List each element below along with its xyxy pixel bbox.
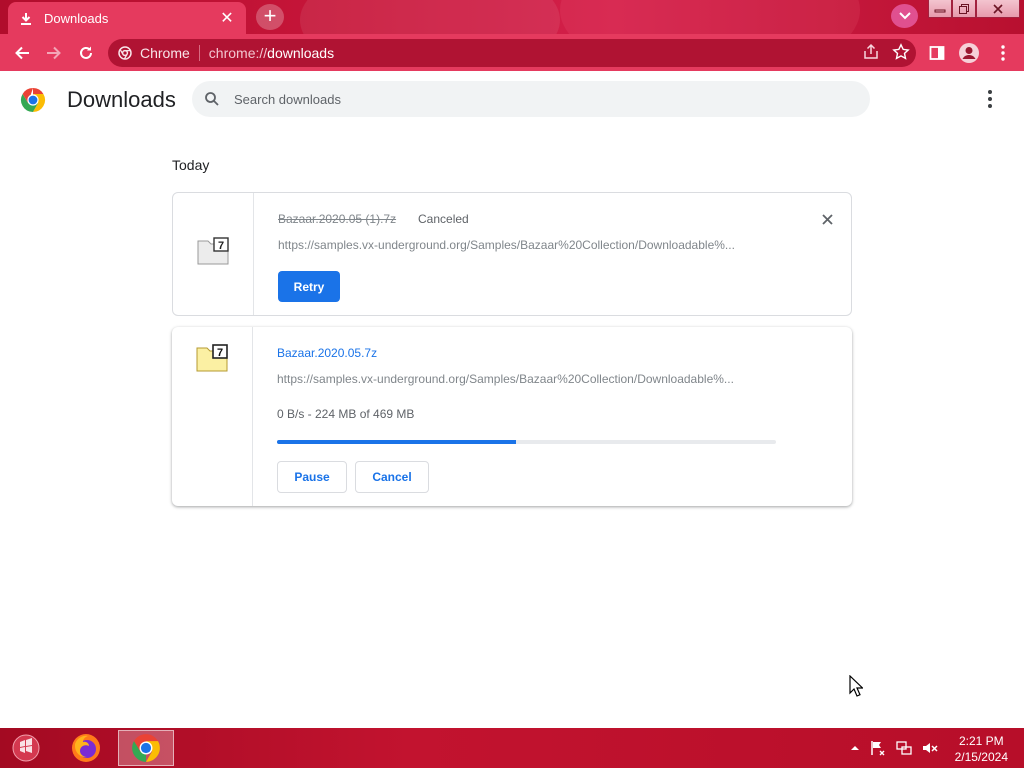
system-tray — [850, 740, 938, 759]
avatar-icon — [959, 43, 979, 63]
minimize-icon — [934, 9, 946, 12]
search-bar[interactable] — [192, 81, 870, 117]
restore-icon — [959, 3, 969, 14]
share-button[interactable] — [862, 43, 880, 64]
file-name: Bazaar.2020.05 (1).7z — [278, 212, 397, 226]
tab-downloads[interactable]: Downloads ✕ — [8, 2, 246, 34]
more-vert-dot — [988, 104, 992, 108]
new-tab-button[interactable]: + — [256, 4, 284, 30]
restore-button[interactable] — [952, 0, 976, 18]
chevron-down-icon — [898, 12, 911, 20]
retry-button[interactable]: Retry — [278, 271, 340, 302]
reload-button[interactable] — [73, 40, 99, 66]
download-url[interactable]: https://samples.vx-underground.org/Sampl… — [278, 238, 778, 252]
file-icon-column: 7 — [173, 193, 254, 315]
action-center-button[interactable] — [870, 740, 886, 759]
side-panel-icon — [929, 46, 945, 60]
start-orb-icon — [12, 734, 40, 762]
downloads-page: Downloads Today 7 Bazaar.2020.05 (1).7z … — [0, 71, 1024, 728]
url-scheme: chrome:// — [208, 45, 268, 61]
browser-toolbar: Chrome chrome://downloads — [0, 34, 1024, 71]
minimize-button[interactable] — [928, 0, 952, 18]
browser-menu-button[interactable] — [990, 40, 1016, 66]
file-name-link[interactable]: Bazaar.2020.05.7z — [277, 346, 377, 360]
taskbar-clock[interactable]: 2:21 PM 2/15/2024 — [955, 733, 1008, 765]
progress-bar-fill — [277, 440, 516, 444]
show-hidden-icons-button[interactable] — [850, 744, 860, 755]
taskbar: 2:21 PM 2/15/2024 — [0, 728, 1024, 768]
back-button[interactable] — [9, 40, 35, 66]
download-status: Canceled — [418, 212, 469, 226]
remove-from-list-button[interactable] — [817, 209, 837, 229]
omnibox-actions — [862, 43, 910, 64]
url-host: downloads — [267, 45, 335, 61]
chrome-icon — [132, 734, 160, 762]
archive-file-icon: 7 — [196, 344, 228, 372]
more-vert-dot — [988, 97, 992, 101]
profile-button[interactable] — [956, 40, 982, 66]
chevron-up-icon — [851, 746, 859, 750]
taskbar-chrome[interactable] — [118, 730, 174, 766]
firefox-icon — [72, 734, 100, 762]
date-heading: Today — [172, 157, 210, 173]
close-window-button[interactable] — [976, 0, 1020, 18]
share-icon — [864, 43, 878, 59]
svg-text:7: 7 — [217, 347, 223, 359]
bookmark-button[interactable] — [892, 43, 910, 64]
download-item-canceled: 7 Bazaar.2020.05 (1).7z Canceled https:/… — [172, 192, 852, 316]
chrome-icon — [118, 46, 132, 60]
progress-bar — [277, 440, 776, 444]
search-icon — [205, 92, 219, 106]
download-item-body: Bazaar.2020.05 (1).7z Canceled https://s… — [278, 193, 831, 315]
address-bar[interactable]: Chrome chrome://downloads — [108, 39, 916, 67]
chrome-logo-icon — [20, 88, 46, 112]
omnibox-separator — [198, 45, 200, 61]
svg-text:7: 7 — [218, 240, 224, 252]
pause-button[interactable]: Pause — [277, 461, 347, 493]
side-panel-button[interactable] — [924, 40, 950, 66]
taskbar-firefox[interactable] — [58, 730, 114, 766]
tab-search-button[interactable] — [891, 4, 918, 28]
page-header: Downloads — [0, 71, 1024, 127]
volume-muted-icon — [923, 743, 938, 753]
site-chip[interactable]: Chrome — [118, 45, 190, 61]
download-item-in-progress: 7 Bazaar.2020.05.7z https://samples.vx-u… — [172, 327, 852, 506]
file-icon-column: 7 — [172, 327, 253, 506]
volume-button[interactable] — [922, 740, 938, 759]
reload-icon — [80, 46, 92, 59]
flag-icon — [871, 741, 885, 756]
clock-date: 2/15/2024 — [954, 750, 1008, 764]
more-vert-icon — [1001, 45, 1005, 61]
close-icon — [821, 213, 833, 225]
forward-button[interactable] — [41, 40, 67, 66]
more-actions-button[interactable] — [978, 89, 1002, 109]
cancel-button[interactable]: Cancel — [355, 461, 429, 493]
mouse-cursor-icon — [849, 675, 863, 697]
download-url[interactable]: https://samples.vx-underground.org/Sampl… — [277, 372, 777, 386]
download-item-body: Bazaar.2020.05.7z https://samples.vx-und… — [277, 327, 832, 506]
page-title: Downloads — [67, 87, 176, 112]
start-button[interactable] — [0, 730, 52, 766]
network-button[interactable] — [896, 740, 912, 759]
tab-strip: Downloads ✕ + — [0, 0, 1024, 34]
network-icon — [896, 741, 912, 755]
tab-title: Downloads — [44, 10, 109, 26]
arrow-left-icon — [15, 46, 29, 60]
arrow-right-icon — [47, 46, 61, 60]
site-label: Chrome — [140, 45, 190, 61]
more-vert-dot — [988, 90, 992, 94]
download-icon — [18, 10, 34, 26]
archive-file-icon: 7 — [197, 237, 229, 265]
search-input[interactable] — [234, 91, 834, 107]
tab-close-button[interactable]: ✕ — [218, 8, 236, 28]
progress-status: 0 B/s - 224 MB of 469 MB — [277, 407, 415, 421]
close-icon — [993, 3, 1003, 14]
star-icon — [892, 43, 910, 60]
clock-time: 2:21 PM — [958, 734, 1004, 748]
